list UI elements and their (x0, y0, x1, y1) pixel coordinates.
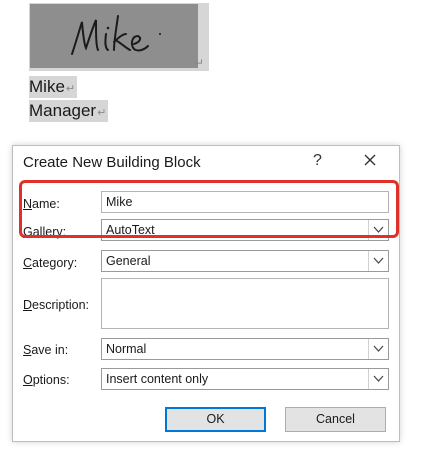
description-textarea[interactable] (101, 278, 389, 329)
category-select[interactable]: General (101, 250, 389, 272)
chevron-down-icon (373, 375, 384, 382)
gallery-label: Gallery: (23, 225, 67, 239)
paragraph-mark: ↵ (65, 83, 76, 95)
signature-image[interactable] (30, 4, 198, 68)
doc-line-title[interactable]: Manager↵ (29, 100, 109, 122)
gallery-select[interactable]: AutoText (101, 219, 389, 241)
gallery-select-value: AutoText (106, 223, 155, 237)
cancel-button[interactable]: Cancel (285, 407, 386, 432)
category-label: Category: (23, 256, 78, 270)
ok-button[interactable]: OK (165, 407, 266, 432)
paragraph-mark: ↵ (194, 56, 205, 70)
doc-line-name[interactable]: Mike↵ (29, 76, 78, 98)
paragraph-mark: ↵ (97, 107, 107, 119)
chevron-down-icon (373, 345, 384, 352)
name-label: Name: (23, 197, 60, 211)
save-in-label: Save in: (23, 343, 69, 357)
save-in-dropdown-button[interactable] (368, 339, 388, 359)
close-button[interactable] (359, 149, 381, 171)
doc-line-title-text: Manager (29, 101, 97, 120)
name-input[interactable]: Mike (101, 191, 389, 213)
gallery-dropdown-button[interactable] (368, 220, 388, 240)
options-label: Options: (23, 373, 70, 387)
doc-line-name-text: Mike (29, 77, 65, 96)
handwritten-signature (30, 4, 198, 68)
dialog-title: Create New Building Block (23, 154, 201, 171)
help-button[interactable]: ? (313, 152, 322, 170)
category-select-value: General (106, 254, 151, 268)
chevron-down-icon (373, 257, 384, 264)
options-select-value: Insert content only (106, 372, 209, 386)
options-dropdown-button[interactable] (368, 369, 388, 389)
save-in-select[interactable]: Normal (101, 338, 389, 360)
close-icon (364, 154, 376, 166)
description-label: Description: (23, 298, 90, 312)
name-input-value: Mike (106, 195, 133, 209)
chevron-down-icon (373, 226, 384, 233)
create-building-block-dialog: Create New Building Block ? Name: Mike G… (12, 145, 400, 442)
save-in-select-value: Normal (106, 342, 147, 356)
category-dropdown-button[interactable] (368, 251, 388, 271)
signature-image-selection[interactable] (29, 3, 209, 71)
options-select[interactable]: Insert content only (101, 368, 389, 390)
